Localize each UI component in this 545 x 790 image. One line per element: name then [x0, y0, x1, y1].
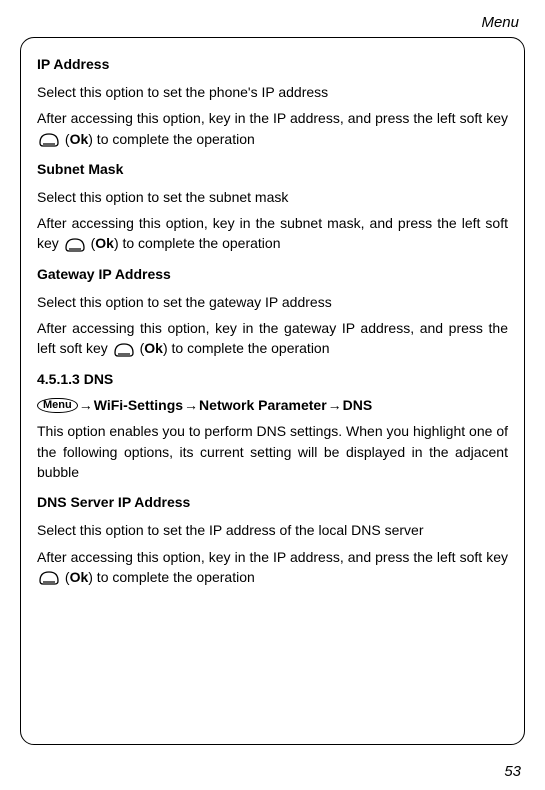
soft-key-icon	[39, 133, 59, 147]
text-gateway-p1: Select this option to set the gateway IP…	[37, 292, 508, 312]
text-ip-p1: Select this option to set the phone's IP…	[37, 82, 508, 102]
arrow-icon: →	[79, 397, 93, 413]
text-dnsserver-p2b-close: ) to complete the operation	[88, 569, 255, 585]
content-frame: IP Address Select this option to set the…	[20, 37, 525, 745]
arrow-icon: →	[328, 397, 342, 413]
text-ip-p2a: After accessing this option, key in the …	[37, 110, 508, 126]
heading-dns-server: DNS Server IP Address	[37, 494, 508, 510]
page-header: Menu	[20, 14, 525, 31]
text-dnsserver-p2: After accessing this option, key in the …	[37, 547, 508, 588]
text-subnet-p2: After accessing this option, key in the …	[37, 213, 508, 254]
text-ip-p2b-close: ) to complete the operation	[88, 131, 255, 147]
ok-label: Ok	[144, 340, 163, 356]
ok-label: Ok	[70, 569, 89, 585]
menu-icon: Menu	[37, 398, 78, 413]
nav-path-dns: Menu→WiFi-Settings→Network Parameter→DNS	[37, 397, 508, 414]
ok-label: Ok	[70, 131, 89, 147]
heading-dns: 4.5.1.3 DNS	[37, 371, 508, 387]
nav-wifi-settings: WiFi-Settings	[94, 397, 183, 413]
nav-dns: DNS	[343, 397, 373, 413]
text-dns-p1: This option enables you to perform DNS s…	[37, 421, 508, 482]
text-dnsserver-p1: Select this option to set the IP address…	[37, 520, 508, 540]
soft-key-icon	[39, 571, 59, 585]
text-gateway-p2: After accessing this option, key in the …	[37, 318, 508, 359]
soft-key-icon	[114, 343, 134, 357]
text-gateway-p2b-close: ) to complete the operation	[163, 340, 330, 356]
soft-key-icon	[65, 238, 85, 252]
page-number: 53	[504, 763, 521, 780]
nav-network-parameter: Network Parameter	[199, 397, 327, 413]
text-subnet-p1: Select this option to set the subnet mas…	[37, 187, 508, 207]
text-ip-p2: After accessing this option, key in the …	[37, 108, 508, 149]
heading-subnet-mask: Subnet Mask	[37, 161, 508, 177]
header-title: Menu	[481, 14, 519, 31]
heading-ip-address: IP Address	[37, 56, 508, 72]
ok-label: Ok	[95, 235, 114, 251]
text-dnsserver-p2a: After accessing this option, key in the …	[37, 549, 508, 565]
arrow-icon: →	[184, 397, 198, 413]
text-subnet-p2b-close: ) to complete the operation	[114, 235, 281, 251]
heading-gateway: Gateway IP Address	[37, 266, 508, 282]
